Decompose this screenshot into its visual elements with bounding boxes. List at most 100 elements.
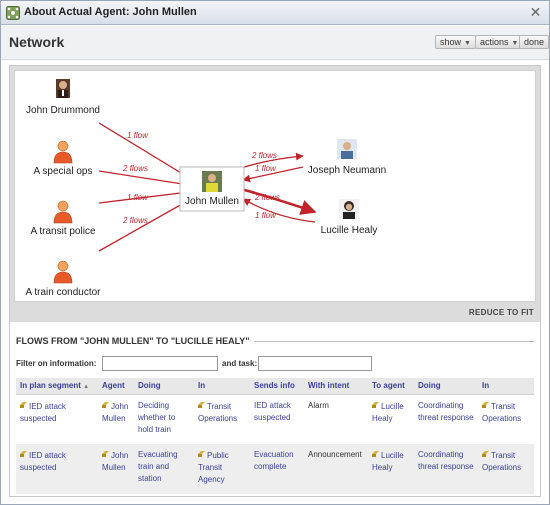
table-cell: Deciding whether to hold train bbox=[138, 400, 176, 434]
link-icon bbox=[372, 449, 379, 457]
column-header[interactable]: Doing bbox=[134, 378, 194, 395]
table-row: IED attack suspected John Mullen Decidin… bbox=[16, 394, 534, 444]
table-cell[interactable]: IED attack suspected bbox=[16, 444, 98, 494]
person-photo-icon bbox=[339, 199, 359, 219]
flow-label-to-neumann: 2 flows bbox=[251, 151, 277, 160]
node-label: Joseph Neumann bbox=[308, 165, 386, 176]
flow-label-to-healy: 2 flows bbox=[254, 193, 280, 202]
table-cell[interactable]: John Mullen bbox=[98, 444, 134, 494]
node-label: John Mullen bbox=[185, 196, 239, 207]
sort-ascending-icon: ▲ bbox=[83, 384, 90, 391]
link-icon bbox=[482, 449, 489, 457]
flow-edge-train-conductor[interactable] bbox=[98, 198, 192, 252]
network-icon bbox=[6, 6, 20, 20]
link-icon bbox=[102, 400, 109, 408]
table-cell: Coordinating threat response bbox=[418, 400, 474, 422]
reduce-to-fit-button[interactable]: REDUCE TO FIT bbox=[469, 308, 534, 317]
flows-section-title: FLOWS FROM "JOHN MULLEN" TO "LUCILLE HEA… bbox=[16, 336, 254, 346]
link-icon bbox=[20, 400, 27, 408]
done-label: done bbox=[524, 37, 545, 47]
node-joseph-neumann[interactable]: Joseph Neumann bbox=[308, 139, 386, 176]
table-cell[interactable]: Lucille Healy bbox=[368, 394, 414, 444]
table-cell[interactable]: Lucille Healy bbox=[368, 444, 414, 494]
chevron-down-icon: ▼ bbox=[511, 40, 519, 47]
column-header[interactable]: In bbox=[478, 378, 534, 395]
close-icon[interactable]: ✕ bbox=[528, 5, 543, 20]
flow-label-from-neumann: 1 flow bbox=[255, 164, 277, 173]
node-special-ops[interactable]: A special ops bbox=[34, 140, 93, 177]
actions-label: actions bbox=[480, 37, 509, 47]
link-icon bbox=[20, 449, 27, 457]
table-cell[interactable]: IED attack suspected bbox=[16, 394, 98, 444]
node-label: A train conductor bbox=[25, 287, 101, 298]
column-header[interactable]: Sends info bbox=[250, 378, 304, 395]
flows-panel: FLOWS FROM "JOHN MULLEN" TO "LUCILLE HEA… bbox=[10, 322, 540, 496]
node-label: A transit police bbox=[30, 226, 95, 237]
table-cell[interactable]: John Mullen bbox=[98, 394, 134, 444]
page-title: Network bbox=[9, 34, 65, 50]
table-cell[interactable]: Transit Operations bbox=[194, 394, 250, 444]
person-photo-icon bbox=[337, 139, 357, 159]
flows-table: In plan segment ▲ Agent Doing In Sends i… bbox=[16, 378, 534, 494]
column-header[interactable]: In plan segment ▲ bbox=[16, 378, 98, 395]
node-label: A special ops bbox=[34, 166, 93, 177]
node-lucille-healy[interactable]: Lucille Healy bbox=[321, 199, 378, 236]
flow-label-special-ops: 2 flows bbox=[122, 164, 148, 173]
generic-person-icon bbox=[53, 140, 73, 164]
filter-information-input[interactable] bbox=[102, 356, 218, 371]
column-header-label: In plan segment bbox=[20, 381, 81, 391]
link-icon bbox=[482, 400, 489, 408]
chevron-down-icon: ▼ bbox=[464, 40, 471, 47]
link-icon bbox=[198, 400, 205, 408]
table-cell: IED attack suspected bbox=[254, 400, 291, 422]
table-cell: Announcement bbox=[304, 444, 368, 494]
table-cell: Evacuation complete bbox=[250, 444, 304, 494]
flow-label-train-conductor: 2 flows bbox=[122, 216, 148, 225]
title-bar[interactable]: About Actual Agent: John Mullen ✕ bbox=[1, 1, 549, 25]
done-button[interactable]: done bbox=[519, 35, 550, 49]
table-cell[interactable]: Transit Operations bbox=[478, 394, 534, 444]
column-header[interactable]: Doing bbox=[414, 378, 478, 395]
node-john-drummond[interactable]: John Drummond bbox=[26, 79, 100, 116]
node-label: Lucille Healy bbox=[321, 225, 378, 236]
link-icon bbox=[372, 400, 379, 408]
content-area: 1 flow 2 flows 1 flow 2 flows 2 flows 1 … bbox=[9, 65, 541, 497]
person-photo-icon bbox=[56, 79, 70, 98]
flow-label-transit-police: 1 flow bbox=[127, 193, 149, 202]
page-header: Network show ▼ actions ▼ done bbox=[1, 26, 550, 60]
flow-label-drummond: 1 flow bbox=[127, 131, 149, 140]
column-header[interactable]: To agent bbox=[368, 378, 414, 395]
table-cell[interactable]: Public Transit Agency bbox=[194, 444, 250, 494]
flow-edge-special-ops[interactable] bbox=[98, 170, 190, 188]
flow-edge-from-healy[interactable] bbox=[242, 198, 316, 223]
network-footer: REDUCE TO FIT bbox=[14, 304, 536, 322]
window-title: About Actual Agent: John Mullen bbox=[24, 6, 197, 18]
table-header-row: In plan segment ▲ Agent Doing In Sends i… bbox=[16, 378, 534, 395]
actions-menu-button[interactable]: actions ▼ bbox=[475, 35, 524, 49]
show-label: show bbox=[440, 37, 462, 47]
table-row: IED attack suspected John Mullen Evacuat… bbox=[16, 444, 534, 494]
flow-label-from-healy: 1 flow bbox=[255, 211, 277, 220]
column-header[interactable]: Agent bbox=[98, 378, 134, 395]
node-transit-police[interactable]: A transit police bbox=[30, 200, 96, 237]
dialog-window: About Actual Agent: John Mullen ✕ Networ… bbox=[0, 0, 550, 505]
filter-task-input[interactable] bbox=[258, 356, 372, 371]
column-header[interactable]: In bbox=[194, 378, 250, 395]
node-train-conductor[interactable]: A train conductor bbox=[25, 260, 101, 298]
filter-information-label: Filter on information: bbox=[16, 359, 97, 368]
link-icon bbox=[198, 449, 205, 457]
show-menu-button[interactable]: show ▼ bbox=[435, 35, 476, 49]
network-diagram[interactable]: 1 flow 2 flows 1 flow 2 flows 2 flows 1 … bbox=[14, 70, 536, 302]
column-header[interactable]: With intent bbox=[304, 378, 368, 395]
generic-person-icon bbox=[53, 200, 73, 224]
table-cell[interactable]: Transit Operations bbox=[478, 444, 534, 494]
table-cell: Coordinating threat response bbox=[414, 444, 478, 494]
node-john-mullen[interactable]: John Mullen bbox=[179, 166, 245, 212]
generic-person-icon bbox=[53, 260, 73, 284]
table-cell: Evacuating train and station bbox=[134, 444, 194, 494]
table-cell: Alarm bbox=[308, 400, 329, 410]
node-label: John Drummond bbox=[26, 105, 100, 116]
filter-task-label: and task: bbox=[222, 359, 258, 368]
person-photo-icon bbox=[202, 171, 222, 192]
link-icon bbox=[102, 449, 109, 457]
